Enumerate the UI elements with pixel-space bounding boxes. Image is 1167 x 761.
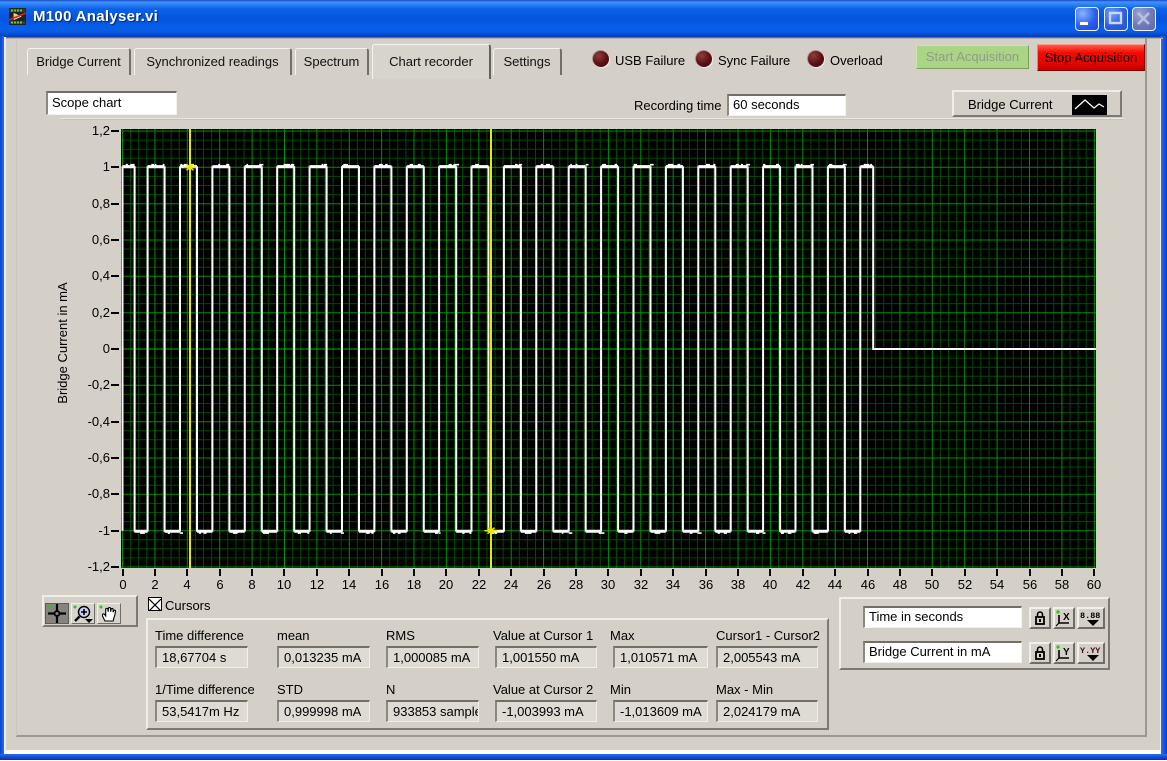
svg-text:X: X: [1063, 612, 1070, 623]
svg-text:8.88: 8.88: [1080, 611, 1100, 621]
svg-text:Y.YY: Y.YY: [1080, 646, 1101, 656]
svg-text:Y: Y: [1063, 647, 1070, 658]
